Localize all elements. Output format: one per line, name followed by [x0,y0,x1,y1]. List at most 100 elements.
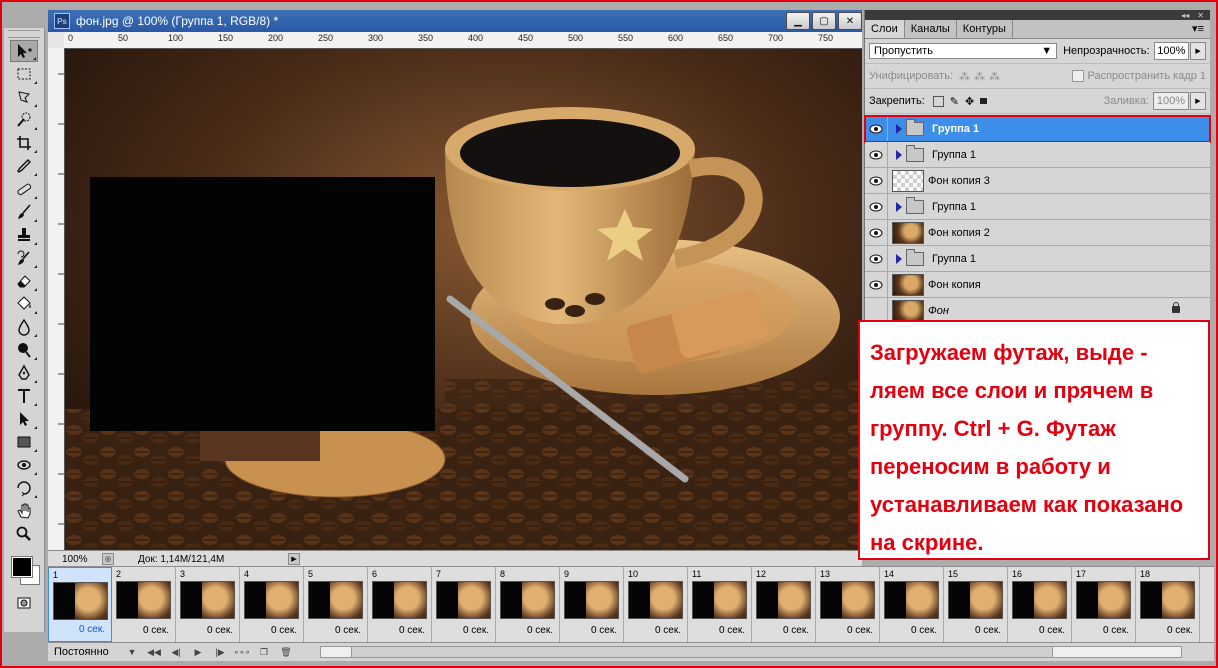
paint-bucket-tool[interactable] [10,293,38,315]
maximize-button[interactable]: ▢ [812,12,836,30]
quick-mask-button[interactable] [10,592,38,614]
visibility-eye-icon[interactable] [865,246,888,271]
zoom-options-button[interactable]: ◎ [102,553,114,565]
collapse-panel-icon[interactable]: ◂◂ [1181,11,1189,20]
frame-delay[interactable]: 0 сек. [847,625,873,636]
visibility-eye-icon[interactable] [865,116,888,141]
document-info[interactable]: Док: 1,14M/121,4M [138,554,288,565]
visibility-eye-icon[interactable] [865,142,888,167]
zoom-tool[interactable] [10,523,38,545]
move-tool[interactable] [10,40,38,62]
animation-frame[interactable]: 18 0 сек. [1136,567,1200,642]
minimize-button[interactable]: ▁ [786,12,810,30]
lock-position-icon[interactable]: ✥ [965,95,974,108]
path-selection-tool[interactable] [10,408,38,430]
animation-frame[interactable]: 8 0 сек. [496,567,560,642]
frame-delay[interactable]: 0 сек. [975,625,1001,636]
frame-delay[interactable]: 0 сек. [655,625,681,636]
visibility-eye-icon[interactable] [865,194,888,219]
animation-frame[interactable]: 4 0 сек. [240,567,304,642]
expand-group-icon[interactable] [896,123,902,134]
opacity-input[interactable]: 100% [1153,42,1190,60]
3d-rotate-tool[interactable] [10,454,38,476]
close-button[interactable]: ✕ [838,12,862,30]
duplicate-frame-icon[interactable]: ❐ [256,645,272,659]
foreground-color-swatch[interactable] [11,556,33,578]
horizontal-ruler[interactable]: 0 50 100 150 200 250 300 350 400 450 500 550 600 650 7… [64,32,862,49]
3d-orbit-tool[interactable] [10,477,38,499]
propagate-checkbox[interactable] [1071,70,1084,82]
marquee-tool[interactable] [10,63,38,85]
shape-tool[interactable] [10,431,38,453]
expand-group-icon[interactable] [896,201,902,212]
animation-frame[interactable]: 9 0 сек. [560,567,624,642]
animation-frame[interactable]: 11 0 сек. [688,567,752,642]
animation-frame[interactable]: 17 0 сек. [1072,567,1136,642]
timeline-scrollbar[interactable] [320,646,1182,658]
loop-dropdown-icon[interactable]: ▼ [124,645,140,659]
layer-row[interactable]: Фон копия 2 [865,220,1210,246]
layer-row[interactable]: Группа 1 [864,115,1211,143]
eyedropper-tool[interactable] [10,155,38,177]
layer-row[interactable]: Группа 1 [865,142,1210,168]
opacity-slider-button[interactable]: ▶ [1190,42,1206,60]
animation-frame[interactable]: 13 0 сек. [816,567,880,642]
frame-delay[interactable]: 0 сек. [79,624,105,635]
frame-delay[interactable]: 0 сек. [1167,625,1193,636]
animation-frame[interactable]: 3 0 сек. [176,567,240,642]
document-canvas[interactable] [65,49,862,550]
close-panel-icon[interactable]: ✕ [1197,11,1204,20]
unify-icons[interactable]: ⁂⁂⁂ [959,70,1004,83]
delete-frame-icon[interactable]: 🗑 [278,645,294,659]
info-menu-button[interactable]: ▶ [288,553,300,565]
frame-delay[interactable]: 0 сек. [399,625,425,636]
footage-layer-placeholder[interactable] [90,177,435,431]
scrollbar-thumb[interactable] [351,647,1053,657]
pen-tool[interactable] [10,362,38,384]
animation-frame[interactable]: 16 0 сек. [1008,567,1072,642]
layer-row[interactable]: Группа 1 [865,194,1210,220]
visibility-eye-icon[interactable] [865,220,888,245]
fill-slider-button[interactable]: ▶ [1190,92,1206,110]
tween-icon[interactable]: ∘∘∘ [234,645,251,659]
frame-delay[interactable]: 0 сек. [911,625,937,636]
lock-all-icon[interactable] [980,98,988,104]
hand-tool[interactable] [10,500,38,522]
frame-delay[interactable]: 0 сек. [527,625,553,636]
frame-delay[interactable]: 0 сек. [719,625,745,636]
dodge-tool[interactable] [10,339,38,361]
lasso-tool[interactable] [10,86,38,108]
animation-frame[interactable]: 7 0 сек. [432,567,496,642]
animation-frame[interactable]: 12 0 сек. [752,567,816,642]
expand-group-icon[interactable] [896,253,902,264]
loop-select[interactable]: Постоянно [54,646,124,658]
healing-brush-tool[interactable] [10,178,38,200]
fill-input[interactable]: 100% [1153,92,1189,110]
animation-frame[interactable]: 10 0 сек. [624,567,688,642]
visibility-eye-icon[interactable] [865,168,888,193]
clone-stamp-tool[interactable] [10,224,38,246]
panel-menu-icon[interactable]: ▾≡ [1192,20,1210,38]
frame-delay[interactable]: 0 сек. [463,625,489,636]
lock-transparency-icon[interactable] [932,95,944,107]
brush-tool[interactable] [10,201,38,223]
frame-delay[interactable]: 0 сек. [143,625,169,636]
layer-row[interactable]: Фон копия [865,272,1210,298]
tools-grip[interactable] [8,30,40,38]
frame-delay[interactable]: 0 сек. [1103,625,1129,636]
animation-frame[interactable]: 15 0 сек. [944,567,1008,642]
layer-row[interactable]: Фон копия 3 [865,168,1210,194]
lock-pixels-icon[interactable]: ✎ [950,95,959,108]
animation-frame[interactable]: 5 0 сек. [304,567,368,642]
document-titlebar[interactable]: Ps фон.jpg @ 100% (Группа 1, RGB/8) * ▁ … [48,10,862,32]
type-tool[interactable] [10,385,38,407]
blend-mode-select[interactable]: Пропустить ▼ [869,43,1058,59]
frame-delay[interactable]: 0 сек. [591,625,617,636]
layer-row[interactable]: Группа 1 [865,246,1210,272]
animation-frame[interactable]: 6 0 сек. [368,567,432,642]
frame-delay[interactable]: 0 сек. [271,625,297,636]
expand-group-icon[interactable] [896,149,902,160]
next-frame-icon[interactable]: |▶ [212,645,228,659]
blur-tool[interactable] [10,316,38,338]
frame-delay[interactable]: 0 сек. [1039,625,1065,636]
